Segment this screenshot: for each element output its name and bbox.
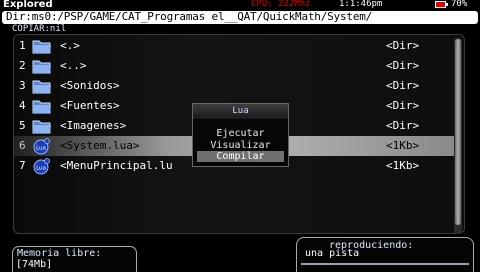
path-bar: Dir:ms0:/PSP/GAME/CAT_Programas el__QAT/…	[2, 10, 478, 24]
cpu-speed: CPU: 222Mhz	[251, 0, 311, 9]
folder-icon	[32, 117, 52, 135]
file-name: <System.lua>	[60, 139, 140, 152]
menu-item-compilar[interactable]: Compilar	[197, 151, 284, 162]
folder-icon	[32, 37, 52, 55]
free-memory-label: Memoria libre:	[17, 248, 102, 259]
file-size: <Dir>	[386, 99, 420, 112]
row-number: 5	[19, 119, 26, 132]
scrollbar[interactable]	[454, 38, 462, 234]
file-size: <Dir>	[386, 79, 420, 92]
status-bar: Explored CPU: 222Mhz 1:1:46pm 70%	[0, 0, 480, 10]
svg-text:Lua: Lua	[36, 146, 46, 152]
battery-percent: 70%	[451, 0, 468, 9]
row-number: 4	[19, 99, 26, 112]
battery-icon	[435, 1, 448, 8]
file-size: <Dir>	[386, 39, 420, 52]
clipboard-status: COPIAR:nil	[12, 24, 67, 34]
lua-file-icon: Lua	[32, 137, 52, 155]
file-name: <Sonidos>	[60, 79, 120, 92]
row-number: 3	[19, 79, 26, 92]
file-size: <Dir>	[386, 59, 420, 72]
file-name: <..>	[60, 59, 87, 72]
now-playing-progress	[301, 263, 469, 265]
row-number: 6	[19, 139, 26, 152]
file-name: <MenuPrincipal.lu	[60, 159, 173, 172]
context-menu: Lua Ejecutar Visualizar Compilar	[192, 103, 289, 167]
file-name: <Imagenes>	[60, 119, 127, 132]
free-memory-box: Memoria libre: [74Mb]	[12, 246, 137, 272]
file-name: <.>	[60, 39, 80, 52]
file-row[interactable]: 2 <..> <Dir>	[14, 56, 454, 76]
now-playing-box: reproduciendo: una pista	[296, 237, 474, 272]
lua-file-icon: Lua	[32, 157, 52, 175]
row-number: 7	[19, 159, 26, 172]
folder-icon	[32, 57, 52, 75]
free-memory-value: [74Mb]	[16, 259, 53, 270]
file-size: <1Kb>	[386, 139, 420, 152]
file-row[interactable]: 3 <Sonidos> <Dir>	[14, 76, 454, 96]
file-size: <1Kb>	[386, 159, 420, 172]
folder-icon	[32, 97, 52, 115]
menu-item-ejecutar[interactable]: Ejecutar	[197, 128, 284, 139]
scrollbar-thumb[interactable]	[455, 39, 461, 225]
row-number: 2	[19, 59, 26, 72]
folder-icon	[32, 77, 52, 95]
context-menu-title: Lua	[193, 104, 288, 119]
clock: 1:1:46pm	[339, 0, 383, 9]
row-number: 1	[19, 39, 26, 52]
now-playing-track: una pista	[305, 248, 360, 259]
app-title: Explored	[3, 0, 53, 10]
current-path: Dir:ms0:/PSP/GAME/CAT_Programas el__QAT/…	[6, 10, 373, 23]
file-name: <Fuentes>	[60, 99, 120, 112]
file-row[interactable]: 1 <.> <Dir>	[14, 36, 454, 56]
svg-text:Lua: Lua	[36, 166, 46, 172]
file-size: <Dir>	[386, 119, 420, 132]
menu-item-visualizar[interactable]: Visualizar	[197, 140, 284, 151]
